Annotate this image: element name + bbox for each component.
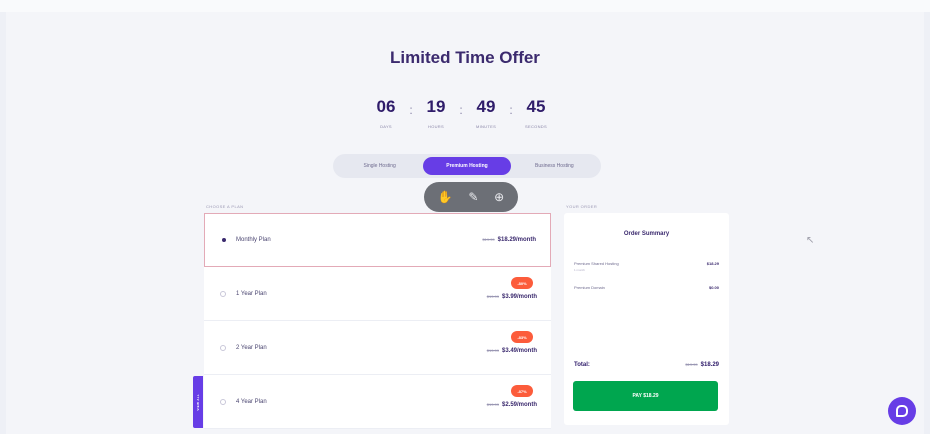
summary-row: Premium Shared Hosting $18.29 — [574, 261, 719, 266]
tab-premium-hosting[interactable]: Premium Hosting — [423, 157, 511, 175]
timer-seconds-value: 45 — [526, 97, 546, 116]
total-old-price: $19.99 — [685, 362, 698, 367]
plan-price: $19.99 $2.59/month — [487, 402, 537, 408]
timer-seconds-label: SECONDS — [525, 124, 547, 129]
plan-name: 4 Year Plan — [236, 398, 267, 405]
chat-bubble-icon — [896, 405, 908, 417]
plan-list: Monthly Plan $19.99 $18.29/month 1 Year P… — [204, 213, 551, 429]
radio-button[interactable] — [220, 344, 226, 351]
total-label: Total: — [574, 362, 590, 368]
timer-minutes: 49 MINUTES — [468, 96, 504, 129]
plan-price: $19.99 $3.99/month — [487, 294, 537, 300]
total-value: $18.29 — [700, 362, 719, 368]
timer-separator: : — [459, 103, 463, 117]
plans-section-label: CHOOSE A PLAN — [206, 204, 244, 209]
magic-wand-icon[interactable]: ✎ — [468, 191, 478, 203]
timer-minutes-label: MINUTES — [475, 124, 497, 129]
timer-separator: : — [509, 103, 513, 117]
order-summary-title: Order Summary — [623, 231, 670, 237]
timer-separator: : — [409, 103, 413, 117]
page-title: Limited Time Offer — [390, 48, 540, 67]
summary-row: Premium Domain $0.00 — [574, 285, 719, 290]
hosting-tabs: Single Hosting Premium Hosting Business … — [333, 154, 601, 178]
plan-name: Monthly Plan — [236, 237, 271, 243]
radio-button[interactable] — [222, 238, 226, 242]
floating-toolbar: ✋ ✎ ⊕ — [424, 182, 518, 212]
summary-row-label: Premium Domain — [574, 285, 605, 290]
top-bar — [0, 0, 930, 12]
plan-name: 1 Year Plan — [236, 290, 267, 297]
plan-price-value: $18.29/month — [497, 237, 536, 243]
plan-old-price: $19.99 — [486, 402, 499, 407]
discount-badge: -80% — [511, 277, 533, 289]
plan-price: $19.99 $3.49/month — [487, 348, 537, 354]
hand-icon[interactable]: ✋ — [438, 191, 453, 203]
chat-launcher-button[interactable] — [888, 397, 916, 425]
plan-price-value: $2.59/month — [501, 402, 537, 408]
settings-circle-icon[interactable]: ⊕ — [494, 191, 504, 203]
timer-days-value: 06 — [376, 97, 396, 116]
timer-minutes-value: 49 — [476, 97, 496, 116]
radio-button[interactable] — [220, 398, 226, 405]
summary-row-value: $18.29 — [706, 261, 719, 266]
tab-single-hosting[interactable]: Single Hosting — [336, 157, 423, 175]
radio-button[interactable] — [220, 290, 226, 297]
plan-old-price: $19.99 — [482, 237, 495, 242]
pay-button[interactable]: PAY $18.29 — [573, 381, 718, 411]
timer-hours: 19 HOURS — [418, 96, 454, 129]
countdown-timer: 06 DAYS : 19 HOURS : 49 MINUTES : 45 SEC… — [368, 96, 554, 129]
plan-option-1-year[interactable]: 1 Year Plan -80% $19.99 $3.99/month — [204, 267, 551, 321]
plan-option-monthly[interactable]: Monthly Plan $19.99 $18.29/month — [204, 213, 551, 267]
timer-seconds: 45 SECONDS — [518, 96, 554, 129]
mouse-cursor-icon: ↖ — [806, 235, 815, 246]
summary-total: Total: $19.99 $18.29 — [574, 362, 719, 368]
timer-hours-label: HOURS — [428, 124, 444, 129]
discount-badge: -87% — [511, 385, 533, 397]
plan-option-2-year[interactable]: 2 Year Plan -83% $19.99 $3.49/month — [204, 321, 551, 375]
plan-old-price: $19.99 — [486, 348, 499, 353]
summary-section-label: YOUR ORDER — [566, 204, 598, 209]
tab-business-hosting[interactable]: Business Hosting — [511, 157, 598, 175]
timer-days-label: DAYS — [380, 124, 392, 129]
plan-old-price: $19.99 — [486, 294, 499, 299]
plan-name: 2 Year Plan — [236, 344, 267, 351]
discount-badge: -83% — [511, 331, 533, 343]
side-tab-view-all[interactable]: VIEW ALL — [193, 376, 203, 428]
summary-row-value: $0.00 — [708, 285, 719, 290]
order-summary-card: Order Summary Premium Shared Hosting $18… — [564, 213, 729, 425]
total-amount: $19.99 $18.29 — [685, 362, 719, 368]
side-tab-label: VIEW ALL — [196, 393, 200, 411]
summary-row-label: Premium Shared Hosting — [574, 261, 619, 266]
plan-option-4-year[interactable]: 4 Year Plan -87% $19.99 $2.59/month — [204, 375, 551, 429]
summary-row-sub: 1 month — [574, 268, 585, 272]
plan-price: $19.99 $18.29/month — [482, 237, 536, 243]
plan-price-value: $3.49/month — [501, 348, 537, 354]
timer-days: 06 DAYS — [368, 96, 404, 129]
timer-hours-value: 19 — [426, 97, 446, 116]
plan-price-value: $3.99/month — [501, 294, 537, 300]
